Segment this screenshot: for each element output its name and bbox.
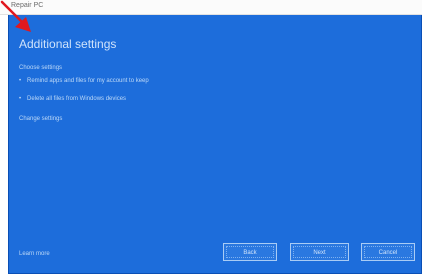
setup-window: Repair PC Additional settings Choose set… <box>0 0 422 276</box>
window-title: Repair PC <box>11 2 44 9</box>
cancel-button-label: Cancel <box>364 246 412 258</box>
option-keep-files[interactable]: • Remind apps and files for my account to… <box>19 78 149 84</box>
option-label: Remind apps and files for my account to … <box>27 78 149 84</box>
bullet-icon: • <box>19 96 22 102</box>
option-label: Delete all files from Windows devices <box>27 96 127 102</box>
back-button-label: Back <box>226 246 274 258</box>
title-bar: Repair PC <box>0 0 422 15</box>
cancel-button[interactable]: Cancel <box>361 243 415 261</box>
learn-more-link[interactable]: Learn more <box>19 251 50 257</box>
bullet-icon: • <box>19 78 22 84</box>
option-delete-files[interactable]: • Delete all files from Windows devices <box>19 96 126 102</box>
section-label: Choose settings <box>19 65 63 71</box>
change-settings-link[interactable]: Change settings <box>19 116 62 122</box>
back-button[interactable]: Back <box>223 243 277 261</box>
settings-pane: Additional settings Choose settings • Rem… <box>8 15 422 274</box>
page-title: Additional settings <box>19 37 117 51</box>
next-button[interactable]: Next <box>290 243 349 261</box>
next-button-label: Next <box>293 246 346 258</box>
